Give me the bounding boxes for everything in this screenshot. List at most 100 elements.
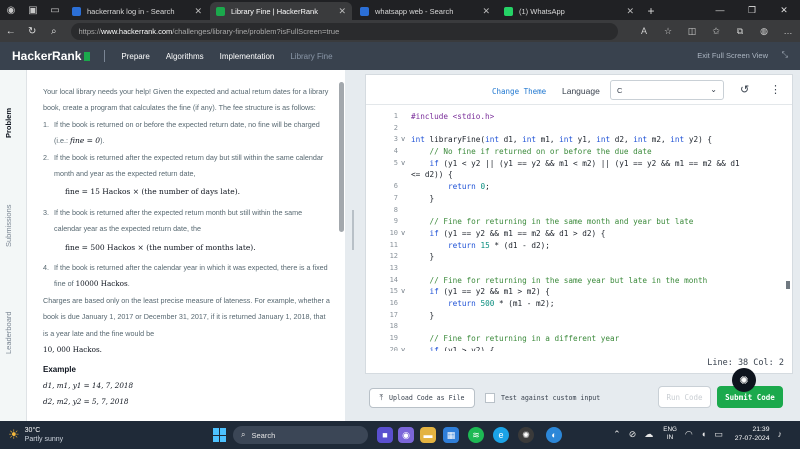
location-off-icon[interactable]: ⊘	[629, 429, 637, 440]
spotify-app-icon[interactable]: ≋	[468, 427, 484, 443]
code-line[interactable]: 9 // Fine for returning in the same mont…	[366, 216, 786, 228]
problem-scrollbar[interactable]	[339, 82, 344, 412]
workspaces-icon[interactable]: ▣	[22, 0, 44, 20]
code-line[interactable]: <= d2)) {	[366, 169, 786, 181]
chevron-up-icon[interactable]: ⌃	[613, 429, 621, 440]
code-line[interactable]: 17 }	[366, 310, 786, 322]
panel-splitter[interactable]	[345, 70, 361, 421]
line-number: 17	[389, 310, 398, 319]
code-line[interactable]: 7 }	[366, 193, 786, 205]
code-line[interactable]: 14 // Fine for returning in the same yea…	[366, 275, 786, 287]
maximize-button[interactable]: ❐	[736, 0, 768, 20]
splitter-handle[interactable]	[352, 210, 354, 250]
edge-app-icon[interactable]: e	[493, 427, 509, 443]
browser-tab[interactable]: (1) WhatsApp ✕	[498, 2, 640, 20]
code-line[interactable]: 3 v int libraryFine(int d1, int m1, int y1…	[366, 134, 786, 146]
tab-problem[interactable]: Problem	[4, 108, 13, 138]
clock[interactable]: 21:39 27-07-2024	[735, 425, 770, 443]
minimize-button[interactable]: —	[704, 0, 736, 20]
language-indicator[interactable]: ENG IN	[663, 426, 677, 442]
favorites-icon[interactable]: ✩	[704, 26, 728, 37]
hackerrank-logo[interactable]: HackerRank	[12, 49, 91, 63]
code-line[interactable]: 19 // Fine for returning in a different …	[366, 333, 786, 345]
taskbar-search[interactable]: ⌕ Search	[233, 426, 368, 444]
code-line[interactable]: 12 }	[366, 251, 786, 263]
custom-input-label[interactable]: Test against custom input	[501, 394, 600, 402]
fold-toggle-icon[interactable]: v	[401, 158, 405, 170]
browser-tab[interactable]: whatsapp web - Search ✕	[354, 2, 496, 20]
fold-toggle-icon[interactable]: v	[401, 286, 405, 298]
code-line[interactable]: 4 // No fine if returned on or before th…	[366, 146, 786, 158]
tab-close-icon[interactable]: ✕	[482, 6, 490, 17]
run-code-button[interactable]: Run Code	[658, 386, 711, 408]
tab-leaderboard[interactable]: Leaderboard	[4, 311, 13, 354]
profile-icon[interactable]: ◉	[0, 0, 22, 20]
split-screen-icon[interactable]: ◫	[680, 26, 704, 37]
code-line[interactable]: 5v if (y1 < y2 || (y1 == y2 && m1 < m2) …	[366, 158, 786, 170]
teams-app-icon[interactable]: ◉	[398, 427, 414, 443]
code-area[interactable]: 1 #include <stdio.h> 2 3 v int libraryFine(in…	[366, 111, 786, 351]
code-editor[interactable]: Change Theme Language C ⌄ ↺ ⋮ 1 #include …	[365, 74, 793, 374]
search-icon[interactable]: ⌕	[43, 26, 65, 37]
code-line[interactable]: 11 return 15 * (d1 - d2);	[366, 240, 786, 252]
exit-fullscreen-link[interactable]: Exit Full Screen View	[697, 51, 768, 60]
code-line[interactable]: 10 v if (y1 == y2 && m1 == m2 && d1 > d2)…	[366, 228, 786, 240]
browser-app-icon[interactable]: ◐	[546, 427, 562, 443]
breadcrumb-implementation[interactable]: Implementation	[220, 52, 275, 61]
code-line[interactable]: 6 return 0;	[366, 181, 786, 193]
breadcrumb-algorithms[interactable]: Algorithms	[166, 52, 204, 61]
fold-toggle-icon[interactable]: v	[401, 134, 405, 146]
editor-scrollbar[interactable]	[786, 111, 790, 351]
code-line[interactable]: 13	[366, 263, 786, 275]
store-app-icon[interactable]: ▦	[443, 427, 459, 443]
browser-tab[interactable]: hackerrank log in - Search ✕	[66, 2, 208, 20]
upload-code-button[interactable]: ⤒ Upload Code as File	[369, 388, 475, 408]
fold-toggle-icon[interactable]: v	[401, 345, 405, 351]
tab-actions-icon[interactable]: ▭	[44, 0, 66, 20]
battery-icon[interactable]: ▭	[714, 429, 723, 440]
back-button[interactable]: ←	[0, 26, 22, 37]
code-line[interactable]: 1 #include <stdio.h>	[366, 111, 786, 123]
browser-tab[interactable]: Library Fine | HackerRank ✕	[210, 2, 352, 20]
code-line[interactable]: 8	[366, 205, 786, 217]
scrollbar-thumb[interactable]	[339, 82, 344, 232]
fold-toggle-icon[interactable]: v	[401, 228, 405, 240]
custom-input-checkbox[interactable]	[485, 393, 495, 403]
code-line[interactable]: 16 return 500 * (m1 - m2);	[366, 298, 786, 310]
collections-icon[interactable]: ⧉	[728, 26, 752, 37]
code-line[interactable]: 2	[366, 123, 786, 135]
code-line[interactable]: 18	[366, 321, 786, 333]
language-select[interactable]: C ⌄	[610, 80, 724, 100]
notification-bell-icon[interactable]: ♪	[778, 429, 783, 439]
breadcrumb-prepare[interactable]: Prepare	[121, 52, 149, 61]
tab-close-icon[interactable]: ✕	[626, 6, 634, 17]
reload-button[interactable]: ↻	[22, 26, 44, 37]
read-aloud-icon[interactable]: A	[632, 26, 656, 37]
close-window-button[interactable]: ✕	[768, 0, 800, 20]
rule-text: If the book is returned after the expect…	[54, 207, 303, 234]
editor-more-icon[interactable]: ⋮	[770, 83, 781, 96]
tab-submissions[interactable]: Submissions	[4, 204, 13, 247]
cloud-icon[interactable]: ☁	[644, 429, 653, 440]
copilot-icon[interactable]: ◍	[752, 26, 776, 37]
reset-code-icon[interactable]: ↺	[740, 83, 749, 96]
volume-icon[interactable]: ◖	[701, 429, 706, 439]
change-theme-link[interactable]: Change Theme	[492, 87, 546, 96]
windows-start-icon[interactable]	[213, 428, 227, 442]
rule-formula: fine = 500 Hackos × (the number of month…	[65, 242, 256, 252]
url-field[interactable]: https://www.hackerrank.com/challenges/li…	[70, 22, 619, 40]
chatgpt-app-icon[interactable]: ✺	[518, 427, 534, 443]
tab-close-icon[interactable]: ✕	[338, 6, 346, 17]
collapse-icon[interactable]: ⤡	[782, 50, 788, 60]
ai-assistant-icon[interactable]: ✺	[732, 368, 756, 392]
more-menu-icon[interactable]: …	[776, 26, 800, 37]
weather-widget[interactable]: ☀ 30°C Partly sunny	[8, 426, 63, 444]
code-line[interactable]: 20 v if (y1 > y2) {	[366, 345, 786, 351]
tab-close-icon[interactable]: ✕	[194, 6, 202, 17]
file-explorer-icon[interactable]: ▬	[420, 427, 436, 443]
meet-app-icon[interactable]: ■	[377, 427, 393, 443]
wifi-icon[interactable]: ◠	[685, 429, 693, 440]
favorite-star-icon[interactable]: ☆	[656, 26, 680, 37]
new-tab-button[interactable]: +	[642, 2, 660, 20]
code-line[interactable]: 15 v if (y1 == y2 && m1 > m2) {	[366, 286, 786, 298]
